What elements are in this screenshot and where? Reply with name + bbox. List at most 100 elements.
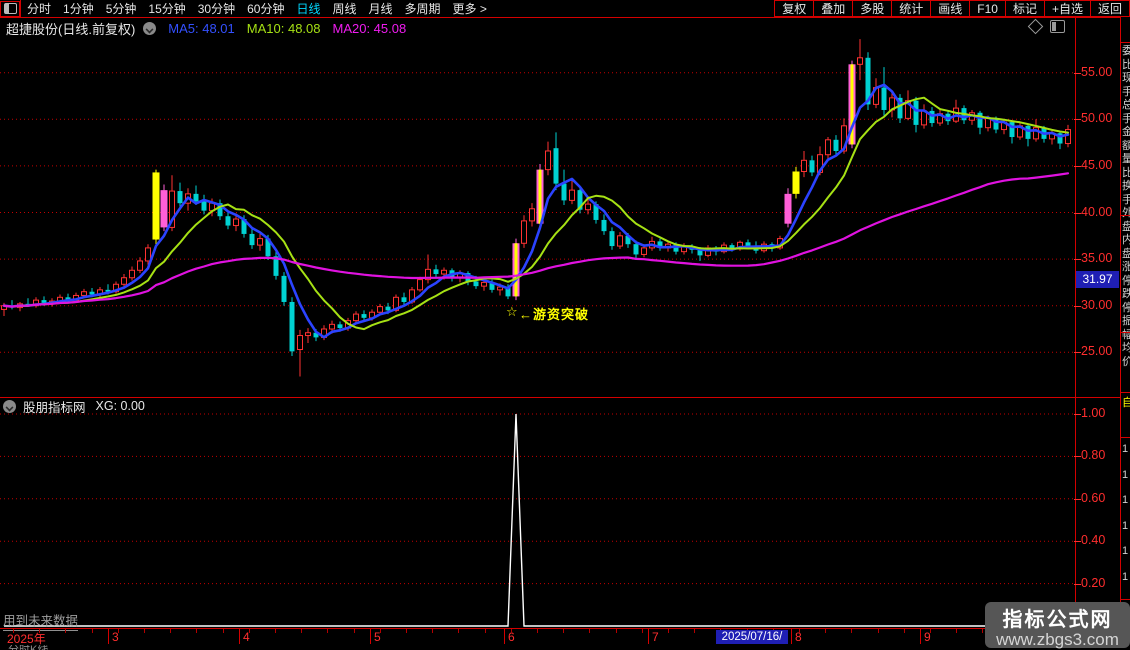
week-tick (799, 629, 800, 633)
menu-item-60分钟[interactable]: 60分钟 (241, 0, 290, 17)
week-tick (930, 629, 931, 633)
sidebar-clipped-text: 幅 (1122, 329, 1130, 341)
week-tick (563, 629, 565, 633)
price-axis-label: 50.00 (1081, 111, 1113, 126)
sidebar-clipped-text: 换 (1122, 180, 1130, 192)
menu-item-15分钟[interactable]: 15分钟 (142, 0, 191, 17)
price-axis-label: 30.00 (1081, 297, 1113, 312)
sidebar-divider (1121, 437, 1130, 438)
panel-divider (0, 397, 1120, 398)
indicator-tick (1074, 541, 1081, 543)
indicator-tick (1074, 498, 1081, 500)
week-tick (379, 629, 381, 633)
price-tick (1074, 259, 1081, 261)
week-tick (641, 629, 643, 633)
sidebar-clipped-text: 手 (1122, 86, 1130, 98)
sidebar-divider (1121, 42, 1130, 43)
toolbar-button-叠加[interactable]: 叠加 (813, 0, 854, 17)
sidebar-clipped-text: 价 (1122, 356, 1130, 368)
chevron-down-icon[interactable] (143, 21, 157, 35)
price-axis-label: 45.00 (1081, 157, 1113, 172)
price-tick (1074, 165, 1081, 167)
week-tick (170, 629, 172, 633)
toolbar-button-复权[interactable]: 复权 (774, 0, 815, 17)
menu-item-5分钟[interactable]: 5分钟 (100, 0, 143, 17)
sidebar-clipped-text: 自 (1122, 397, 1130, 409)
stock-title: 超捷股份(日线.前复权) (6, 21, 136, 37)
top-toolbar: 分时 1分钟 5分钟 15分钟 30分钟 60分钟 日线 周线 月线 多周期 更多 > 复权 叠加 多股… (0, 0, 1130, 18)
week-tick (458, 629, 460, 633)
sidebar-clipped-text: 振 (1122, 315, 1130, 327)
toolbar-button-+自选[interactable]: +自选 (1043, 0, 1091, 17)
week-tick (222, 629, 224, 633)
sidebar-clipped-text: 金 (1122, 126, 1130, 138)
week-tick (851, 629, 853, 633)
toolbar-button-标记[interactable]: 标记 (1004, 0, 1045, 17)
menu-item-周线[interactable]: 周线 (326, 0, 362, 17)
week-tick (144, 629, 145, 633)
week-tick (982, 629, 984, 633)
indicator-axis-label: 0.80 (1081, 448, 1106, 463)
sidebar-clipped-text: 手 (1122, 194, 1130, 206)
sidebar-clipped-text: 盘 (1122, 248, 1130, 260)
toolbar-button-多股[interactable]: 多股 (852, 0, 893, 17)
week-tick (275, 629, 276, 633)
chevron-down-icon[interactable] (3, 399, 16, 413)
clipped-text: 分时K线 (8, 645, 48, 650)
week-tick (589, 629, 591, 633)
week-tick (91, 629, 93, 633)
sidebar-clipped-text: 手 (1122, 113, 1130, 125)
split-window-icon[interactable] (1050, 20, 1065, 33)
price-axis-label: 40.00 (1081, 204, 1113, 219)
ma-label-0: MA5: 48.01 (168, 20, 235, 36)
price-axis-label: 35.00 (1081, 251, 1113, 266)
menu-item-1分钟[interactable]: 1分钟 (57, 0, 100, 17)
sidebar-clipped-text: 比 (1122, 167, 1130, 179)
week-tick (537, 629, 538, 633)
week-tick (13, 629, 14, 633)
week-tick (353, 629, 355, 633)
cursor-price-tag: 31.97 (1076, 271, 1119, 288)
indicator-chart[interactable] (0, 412, 1075, 628)
menu-item-日线[interactable]: 日线 (290, 0, 326, 17)
toolbar-button-返回[interactable]: 返回 (1089, 0, 1130, 17)
week-tick (39, 629, 41, 633)
sidebar-divider (1121, 332, 1130, 333)
indicator-header: 股朋指标网 XG: 0.00 (0, 399, 1075, 415)
clipped-right-sidebar: 委比现手总手金额量比换手外盘内盘涨停跌停振幅均价自111111 (1120, 17, 1130, 650)
menu-item-30分钟[interactable]: 30分钟 (192, 0, 241, 17)
period-menu: 分时 1分钟 5分钟 15分钟 30分钟 60分钟 日线 周线 月线 多周期 更多 > (0, 0, 493, 17)
week-tick (432, 629, 434, 633)
week-tick (327, 629, 329, 633)
indicator-tick (1074, 456, 1081, 458)
toolbar-button-画线[interactable]: 画线 (930, 0, 971, 17)
indicator-value: XG: 0.00 (95, 399, 145, 413)
app-window: 分时 1分钟 5分钟 15分钟 30分钟 60分钟 日线 周线 月线 多周期 更多 > 复权 叠加 多股… (0, 0, 1130, 650)
sidebar-clipped-text: 跌 (1122, 288, 1130, 300)
sidebar-clipped-text: 停 (1122, 302, 1130, 314)
layout-pane-button[interactable] (0, 0, 20, 17)
sidebar-clipped-text: 内 (1122, 234, 1130, 246)
week-tick (196, 629, 198, 633)
sidebar-clipped-text: 均 (1122, 342, 1130, 354)
menu-item-多周期[interactable]: 多周期 (399, 0, 447, 17)
price-tick (1074, 119, 1081, 121)
diamond-icon[interactable] (1027, 18, 1044, 35)
menu-item-分时[interactable]: 分时 (21, 0, 57, 17)
menu-item-月线[interactable]: 月线 (363, 0, 399, 17)
sidebar-clipped-digit: 1 (1122, 545, 1129, 557)
axis-border (1075, 18, 1076, 644)
split-pane-icon (3, 3, 17, 14)
sidebar-clipped-text: 总 (1122, 99, 1130, 111)
toolbar-button-统计[interactable]: 统计 (891, 0, 932, 17)
week-tick (65, 629, 67, 633)
month-boundary (791, 628, 792, 644)
sidebar-clipped-text: 比 (1122, 59, 1130, 71)
toolbar-button-F10[interactable]: F10 (969, 0, 1006, 17)
main-candlestick-chart[interactable] (0, 38, 1075, 396)
menu-item-更多 >[interactable]: 更多 > (447, 0, 493, 17)
price-axis-label: 25.00 (1081, 344, 1113, 359)
indicator-axis-label: 1.00 (1081, 406, 1106, 420)
clipped-bottom-bar: 分时K线 (0, 645, 1130, 650)
month-boundary (648, 628, 649, 644)
